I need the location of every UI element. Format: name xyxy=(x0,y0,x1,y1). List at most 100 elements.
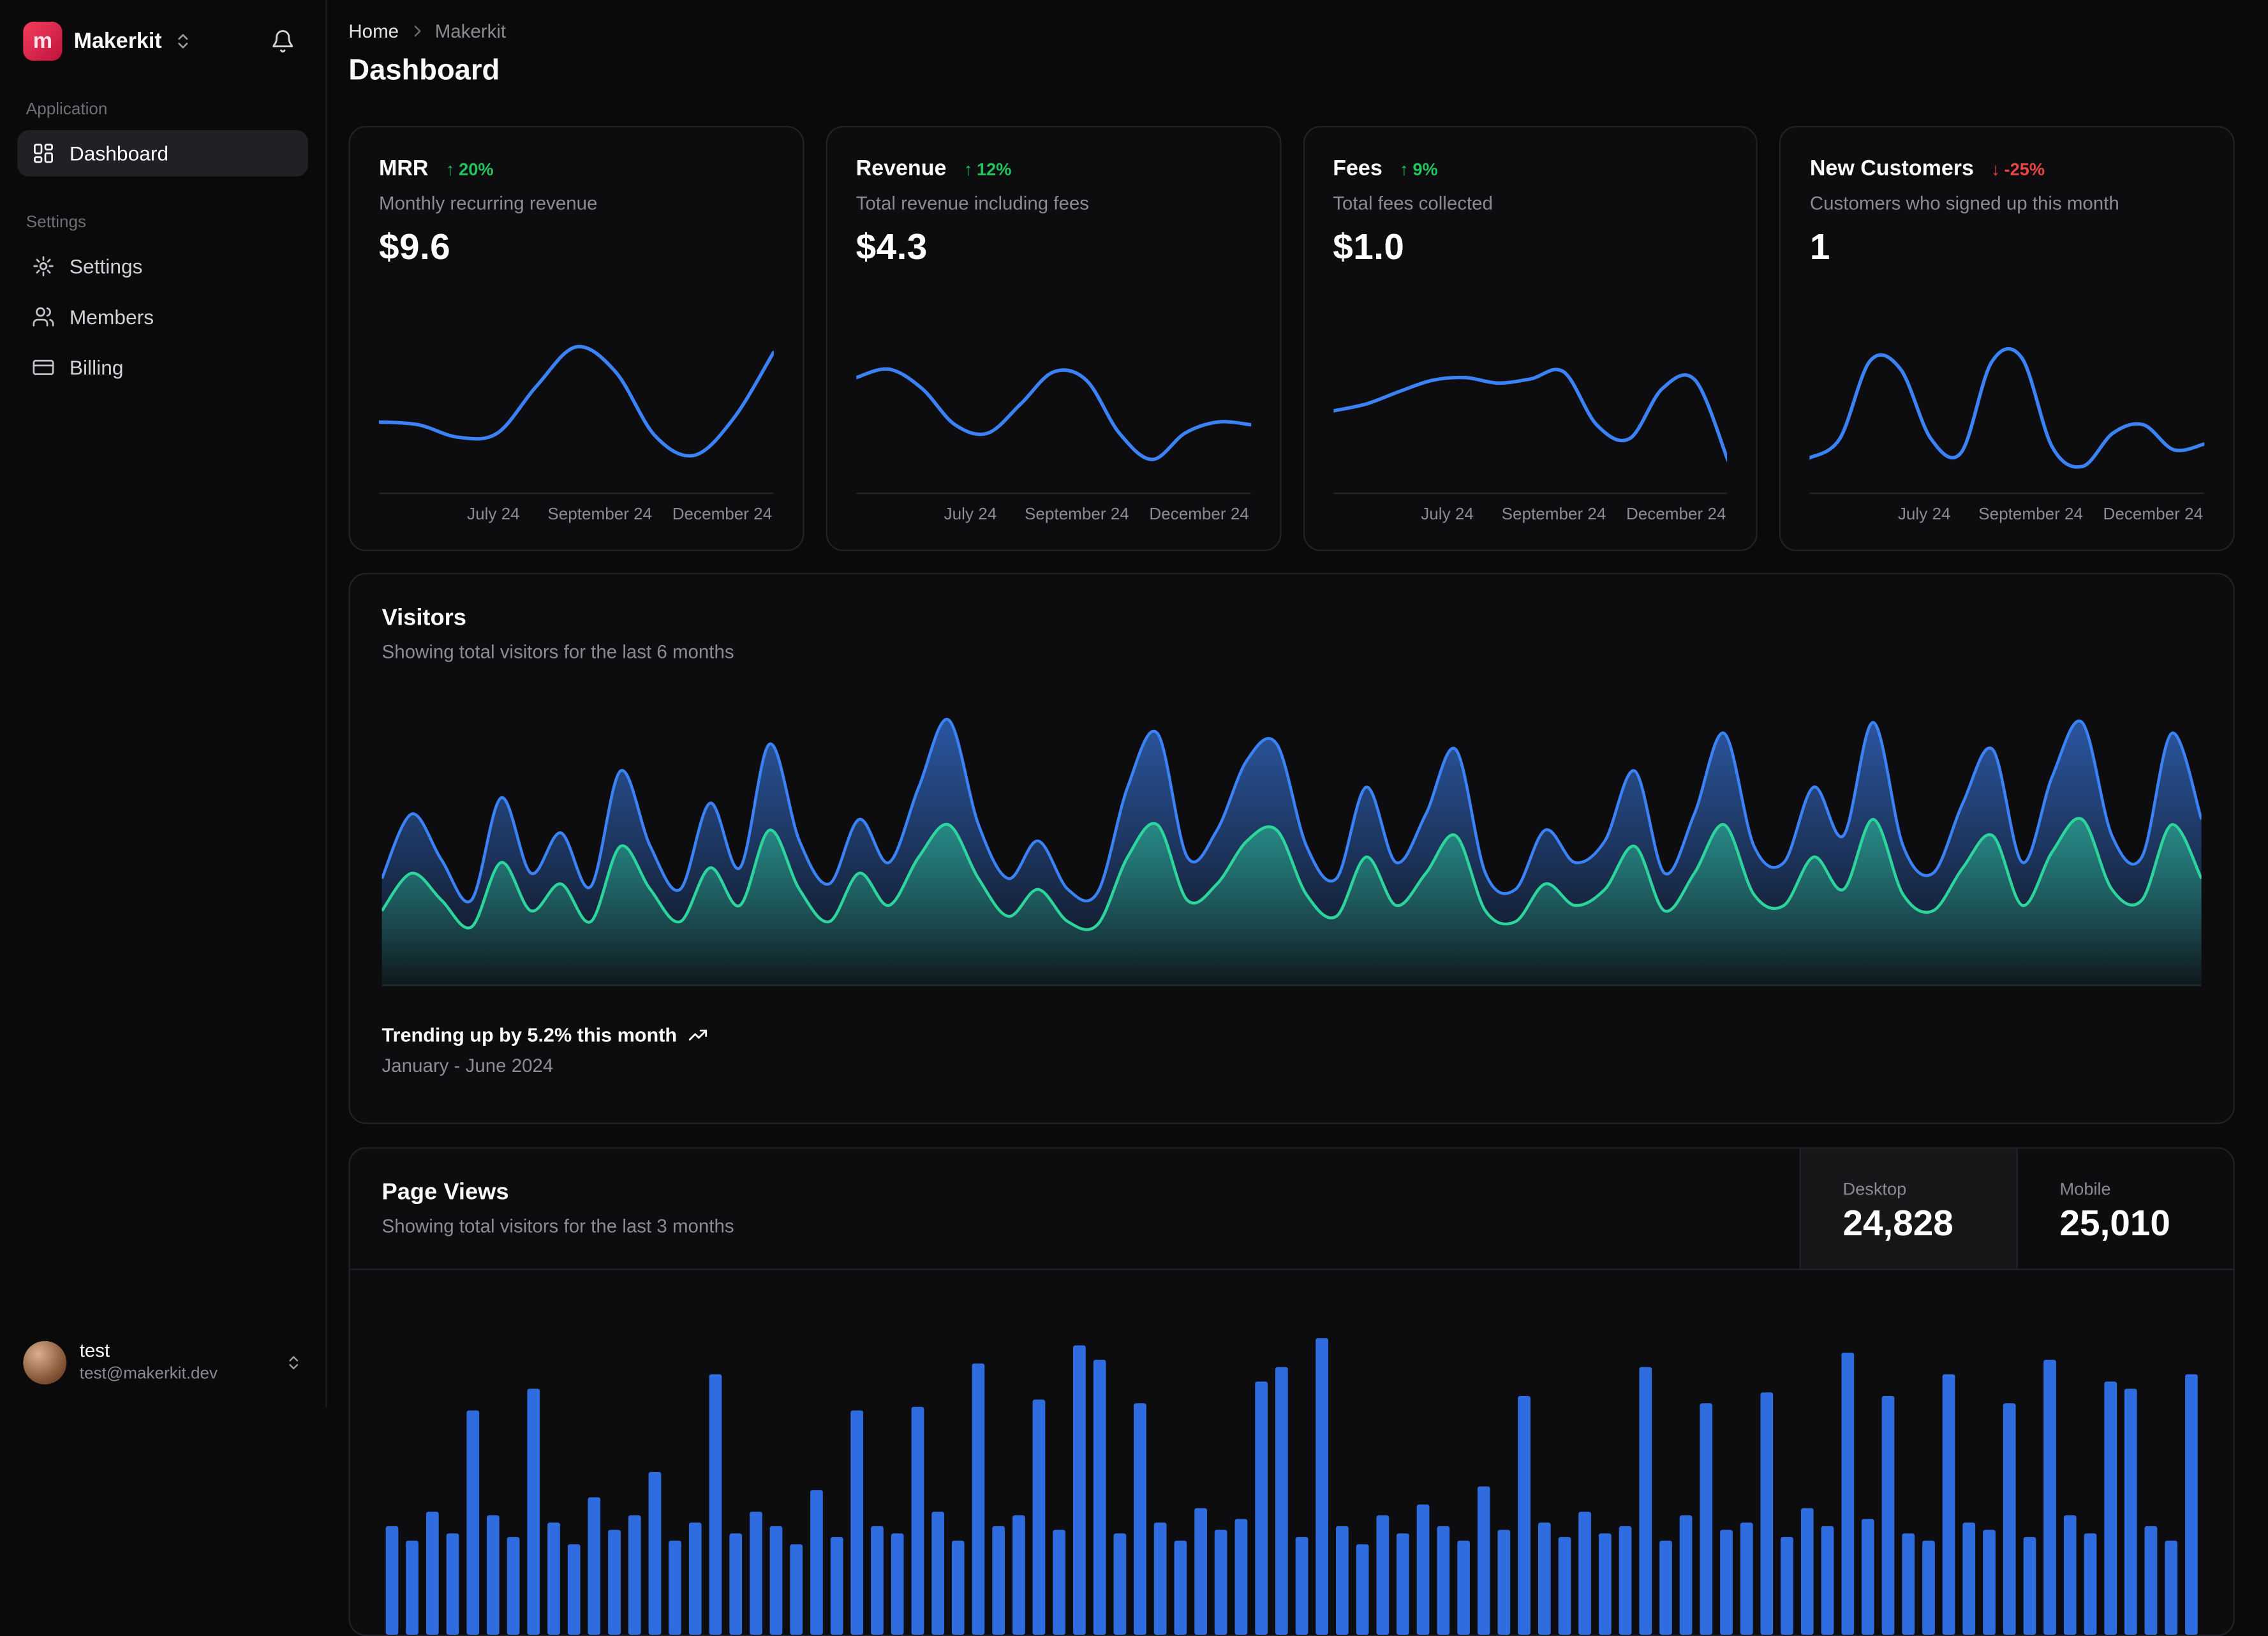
page-views-bar-chart xyxy=(382,1273,2202,1635)
dashboard-icon xyxy=(32,142,55,165)
visitors-trend-text: Trending up by 5.2% this month xyxy=(382,1024,678,1046)
arrow-up-icon: ↑ xyxy=(963,158,973,179)
user-menu[interactable]: test test@makerkit.dev xyxy=(15,1332,311,1394)
trend-value: -25% xyxy=(2004,158,2045,179)
sidebar-item-label: Billing xyxy=(69,355,124,380)
x-axis-labels: July 24 September 24 December 24 xyxy=(1810,507,2204,533)
trend-value: 12% xyxy=(977,158,1012,179)
axis-tick: September 24 xyxy=(1025,506,1129,524)
breadcrumb-current: Makerkit xyxy=(434,20,507,42)
stat-card-mrr: MRR ↑ 20% Monthly recurring revenue $9.6… xyxy=(348,126,804,551)
gear-icon xyxy=(32,255,55,278)
x-axis-labels: July 24 September 24 December 24 xyxy=(856,507,1250,533)
axis-tick: September 24 xyxy=(1501,506,1606,524)
trend-badge: ↑ 9% xyxy=(1400,158,1438,179)
sidebar-item-label: Dashboard xyxy=(69,142,169,165)
sidebar-item-settings[interactable]: Settings xyxy=(17,243,308,290)
stat-title: Revenue xyxy=(856,156,947,181)
app-window: m Makerkit Application Dashboard Setting… xyxy=(0,0,2268,1636)
axis-tick: July 24 xyxy=(1421,506,1474,524)
sidebar-item-label: Members xyxy=(69,305,154,329)
desktop-value: 24,828 xyxy=(1842,1203,1953,1244)
axis-tick: December 24 xyxy=(1149,506,1249,524)
mobile-label: Mobile xyxy=(2059,1178,2111,1199)
new-customers-sparkline-chart xyxy=(1809,332,2205,495)
revenue-sparkline-chart xyxy=(856,332,1251,495)
axis-tick: July 24 xyxy=(467,506,520,524)
trend-value: 20% xyxy=(459,158,494,179)
notifications-bell-button[interactable] xyxy=(262,20,302,61)
mobile-value: 25,010 xyxy=(2059,1203,2170,1244)
arrow-up-icon: ↑ xyxy=(445,158,455,179)
main-content: Home Makerkit Dashboard MRR ↑ 20% Monthl… xyxy=(327,0,2268,1636)
arrow-down-icon: ↓ xyxy=(1991,158,2000,179)
fees-sparkline-chart xyxy=(1333,332,1728,495)
visitors-card: Visitors Showing total visitors for the … xyxy=(348,572,2235,1124)
page-views-header: Page Views Showing total visitors for th… xyxy=(350,1149,2234,1270)
users-icon xyxy=(32,305,55,328)
trend-value: 9% xyxy=(1412,158,1438,179)
page-views-subtitle: Showing total visitors for the last 3 mo… xyxy=(382,1215,734,1237)
trend-badge: ↑ 20% xyxy=(446,158,494,179)
workspace-switcher[interactable]: m Makerkit xyxy=(17,17,308,64)
chevron-up-down-icon xyxy=(285,1353,302,1371)
stat-value: $4.3 xyxy=(856,227,928,268)
credit-card-icon xyxy=(32,356,55,379)
axis-tick: July 24 xyxy=(1897,506,1951,524)
axis-tick: September 24 xyxy=(1978,506,2084,524)
axis-tick: December 24 xyxy=(1626,506,1726,524)
stat-title: Fees xyxy=(1333,156,1382,181)
x-axis-labels: July 24 September 24 December 24 xyxy=(379,507,773,533)
sidebar-item-members[interactable]: Members xyxy=(17,294,308,340)
axis-tick: July 24 xyxy=(944,506,997,524)
stat-value: $9.6 xyxy=(379,227,451,268)
mrr-sparkline-chart xyxy=(379,332,774,495)
sidebar-section-application: Application xyxy=(26,101,108,119)
visitors-area-chart xyxy=(382,703,2202,987)
page-views-card: Page Views Showing total visitors for th… xyxy=(348,1147,2235,1636)
stat-value: $1.0 xyxy=(1333,227,1405,268)
trend-badge: ↓ -25% xyxy=(1991,158,2045,179)
sidebar: m Makerkit Application Dashboard Setting… xyxy=(0,0,327,1408)
stat-description: Customers who signed up this month xyxy=(1809,192,2119,214)
bell-icon xyxy=(272,29,293,52)
trend-badge: ↑ 12% xyxy=(964,158,1012,179)
chevron-up-down-icon xyxy=(174,31,192,50)
x-axis-labels: July 24 September 24 December 24 xyxy=(1333,507,1727,533)
stat-card-fees: Fees ↑ 9% Total fees collected $1.0 July… xyxy=(1302,126,1758,551)
page-title: Dashboard xyxy=(348,55,500,87)
user-name: test xyxy=(79,1340,110,1362)
axis-tick: December 24 xyxy=(672,506,773,524)
visitors-footer: Trending up by 5.2% this month January -… xyxy=(382,1024,2202,1076)
stat-value: 1 xyxy=(1809,227,1830,268)
breadcrumb: Home Makerkit xyxy=(348,20,2234,42)
chevron-right-icon xyxy=(414,26,420,37)
sidebar-section-settings: Settings xyxy=(26,214,87,232)
page-views-title: Page Views xyxy=(382,1180,509,1205)
user-avatar xyxy=(23,1341,67,1385)
sidebar-item-billing[interactable]: Billing xyxy=(17,345,308,391)
stat-card-revenue: Revenue ↑ 12% Total revenue including fe… xyxy=(826,126,1281,551)
axis-tick: December 24 xyxy=(2103,506,2204,524)
visitors-date-range: January - June 2024 xyxy=(382,1054,554,1076)
sidebar-item-label: Settings xyxy=(69,255,143,278)
axis-tick: September 24 xyxy=(547,506,653,524)
trending-up-icon xyxy=(688,1029,708,1041)
page-views-toggle-mobile[interactable]: Mobile 25,010 xyxy=(2016,1149,2234,1269)
stat-description: Total revenue including fees xyxy=(856,192,1090,214)
user-email: test@makerkit.dev xyxy=(79,1365,218,1383)
arrow-up-icon: ↑ xyxy=(1399,158,1409,179)
desktop-label: Desktop xyxy=(1842,1178,1907,1199)
stat-title: MRR xyxy=(379,156,429,181)
workspace-name: Makerkit xyxy=(73,28,162,53)
stat-cards-row: MRR ↑ 20% Monthly recurring revenue $9.6… xyxy=(348,126,2235,551)
page-views-toggle-desktop[interactable]: Desktop 24,828 xyxy=(1799,1149,2017,1269)
stat-title: New Customers xyxy=(1809,156,1974,181)
workspace-logo: m xyxy=(23,20,63,61)
breadcrumb-home-link[interactable]: Home xyxy=(348,20,399,42)
visitors-title: Visitors xyxy=(382,606,466,631)
stat-card-new-customers: New Customers ↓ -25% Customers who signe… xyxy=(1779,126,2235,551)
sidebar-item-dashboard[interactable]: Dashboard xyxy=(17,130,308,177)
stat-description: Total fees collected xyxy=(1333,192,1493,214)
stat-description: Monthly recurring revenue xyxy=(379,192,598,214)
